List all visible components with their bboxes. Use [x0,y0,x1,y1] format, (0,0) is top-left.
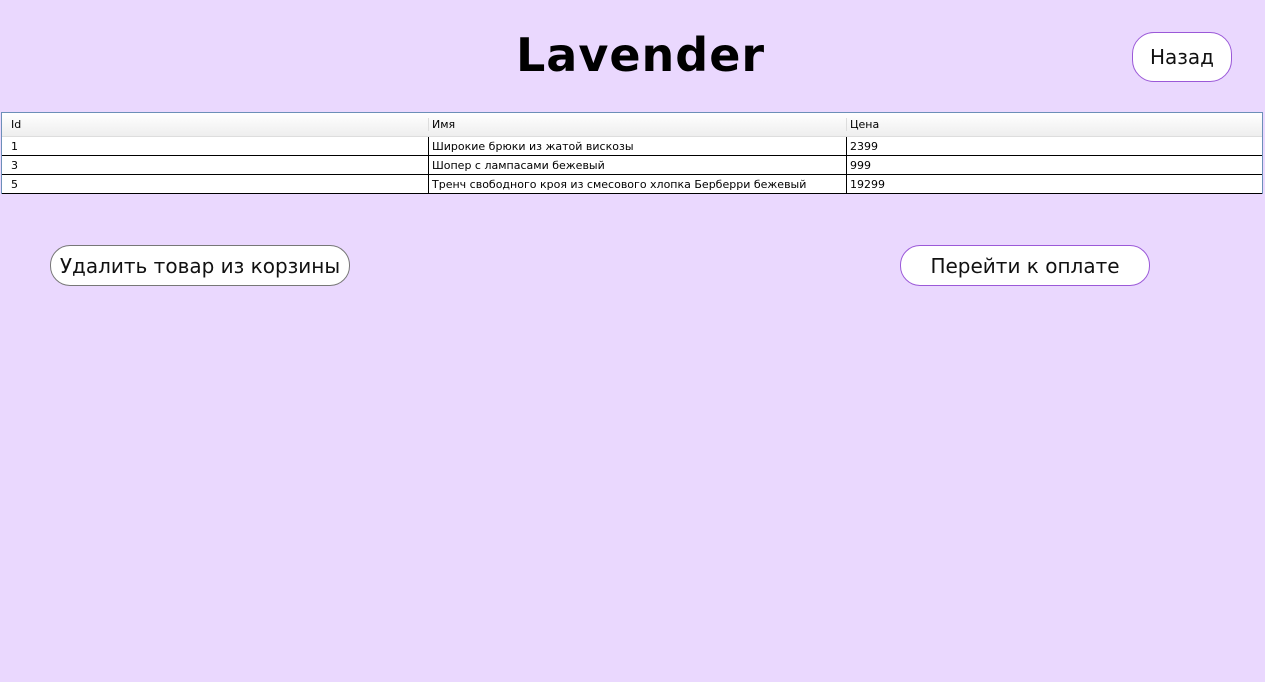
column-header-price[interactable]: Цена [846,118,1262,131]
column-header-id[interactable]: Id [8,118,428,131]
table-row[interactable]: 1 Широкие брюки из жатой вискозы 2399 [2,137,1262,156]
cell-price: 999 [846,156,1262,174]
table-row[interactable]: 5 Тренч свободного кроя из смесового хло… [2,175,1262,194]
column-header-name[interactable]: Имя [428,118,846,131]
cell-id: 1 [11,139,18,153]
back-button[interactable]: Назад [1132,32,1232,82]
table-row[interactable]: 3 Шопер с лампасами бежевый 999 [2,156,1262,175]
remove-from-cart-button[interactable]: Удалить товар из корзины [50,245,350,286]
cell-id: 3 [11,158,18,172]
app-logo-title: Lavender [516,28,766,82]
cell-name: Тренч свободного кроя из смесового хлопк… [428,175,846,193]
cell-name: Широкие брюки из жатой вискозы [428,137,846,155]
cell-id: 5 [11,177,18,191]
cart-table[interactable]: Id Имя Цена 1 Широкие брюки из жатой вис… [1,112,1263,194]
table-header: Id Имя Цена [2,113,1262,137]
cell-price: 2399 [846,137,1262,155]
go-to-payment-button[interactable]: Перейти к оплате [900,245,1150,286]
cell-price: 19299 [846,175,1262,193]
cell-name: Шопер с лампасами бежевый [428,156,846,174]
